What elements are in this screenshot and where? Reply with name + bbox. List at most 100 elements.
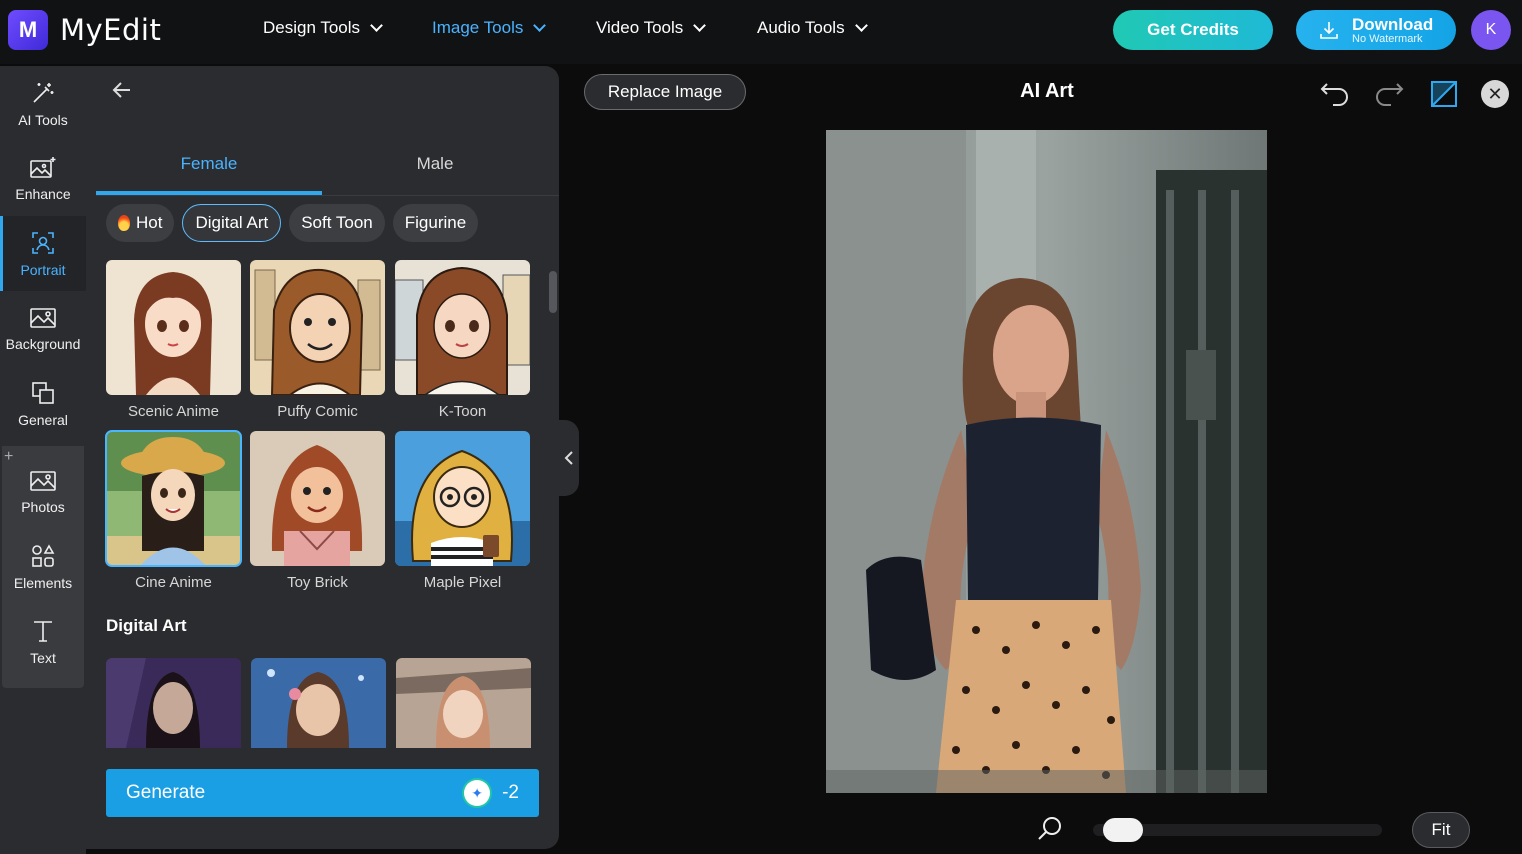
tab-male[interactable]: Male [322,154,548,174]
rail-item-photos[interactable]: Photos [0,454,86,529]
rail-item-text[interactable]: Text [0,604,86,679]
avatar[interactable]: K [1471,10,1511,50]
category-chips: Hot Digital Art Soft Toon Figurine [106,204,479,242]
zoom-slider-handle[interactable] [1103,818,1143,842]
portrait-icon [32,231,54,254]
flame-icon [118,215,130,231]
rail-label: Photos [21,498,65,515]
rail-item-portrait[interactable]: Portrait [0,216,86,291]
chip-label: Digital Art [195,213,269,232]
style-thumbnail-selected [105,430,242,567]
style-thumbnail [106,260,241,395]
panel-scrollbar[interactable] [549,271,557,313]
fit-button[interactable]: Fit [1412,812,1470,848]
digital-art-thumb[interactable] [251,658,386,748]
undo-icon[interactable] [1318,78,1350,110]
get-credits-button[interactable]: Get Credits [1113,10,1273,50]
generate-button[interactable]: Generate ✦ -2 [106,769,539,817]
nav-video-tools[interactable]: Video Tools [596,18,707,38]
style-card-toy-brick[interactable]: Toy Brick [250,431,385,591]
rail-label: AI Tools [18,111,68,128]
replace-image-button[interactable]: Replace Image [584,74,746,110]
style-card-cine-anime[interactable]: Cine Anime [105,430,242,591]
style-thumbnail [395,260,530,395]
style-name: Puffy Comic [277,403,358,420]
nav-label: Image Tools [432,18,524,37]
logo-mark: M [8,10,48,50]
compare-icon[interactable] [1428,78,1460,110]
logo[interactable]: M MyEdit [8,10,161,50]
chevron-down-icon [533,18,547,32]
digital-art-row [106,658,531,748]
nav-audio-tools[interactable]: Audio Tools [757,18,868,38]
rail-item-ai-tools[interactable]: AI Tools [0,66,86,141]
chip-digital-art[interactable]: Digital Art [182,204,282,242]
rail-label: Text [30,649,56,666]
chip-soft-toon[interactable]: Soft Toon [289,204,385,242]
credit-icon: ✦ [464,780,491,806]
canvas-image[interactable] [826,130,1267,793]
rail-label: Background [5,335,81,352]
digital-art-thumb[interactable] [106,658,241,748]
style-name: Toy Brick [287,574,348,591]
active-tab-indicator [96,191,322,195]
download-subtitle: No Watermark [1352,32,1423,45]
style-thumbnail [395,431,530,566]
copy-icon [32,381,54,404]
app-name: MyEdit [60,13,162,47]
top-bar: M MyEdit Design Tools Image Tools Video … [0,0,1522,64]
zoom-icon[interactable] [1036,815,1064,843]
nav-label: Audio Tools [757,18,845,37]
image-sparkle-icon [30,156,56,178]
close-icon[interactable]: ✕ [1481,80,1509,108]
style-card-puffy-comic[interactable]: Puffy Comic [250,260,385,420]
credit-cost: ✦ -2 [464,780,519,806]
style-thumbnail [250,431,385,566]
page-title: AI Art [1020,80,1074,102]
download-text: Download No Watermark [1352,16,1433,45]
rail-label: Portrait [20,261,66,278]
chevron-down-icon [693,18,707,32]
background-icon [30,307,56,328]
style-card-k-toon[interactable]: K-Toon [395,260,530,420]
collapse-panel-handle[interactable] [559,420,579,496]
rail-label: General [18,411,68,428]
rail-item-enhance[interactable]: Enhance [0,141,86,216]
tool-rail: AI Tools Enhance Portrait Background Gen… [0,66,86,854]
chevron-down-icon [854,18,868,32]
rail-item-general[interactable]: General [0,366,86,441]
credit-cost-value: -2 [502,782,519,803]
chip-hot[interactable]: Hot [106,204,175,242]
chip-label: Figurine [404,213,467,232]
chip-label: Soft Toon [301,213,373,232]
nav-label: Video Tools [596,18,684,37]
section-title: Digital Art [106,616,187,635]
style-card-maple-pixel[interactable]: Maple Pixel [395,431,530,591]
generate-label: Generate [126,782,206,803]
chevron-left-icon [564,451,573,465]
nav-design-tools[interactable]: Design Tools [263,18,383,38]
digital-art-thumb[interactable] [396,658,531,748]
magic-wand-icon [33,82,54,103]
rail-label: Elements [13,574,73,591]
chip-figurine[interactable]: Figurine [392,204,479,242]
nav-image-tools[interactable]: Image Tools [432,18,547,38]
style-name: K-Toon [438,403,487,420]
nav-label: Design Tools [263,18,361,37]
chevron-down-icon [370,18,383,32]
rail-item-background[interactable]: Background [0,291,86,366]
style-thumbnail [250,260,385,395]
redo-icon[interactable] [1374,78,1406,110]
style-name: Cine Anime [135,574,212,591]
chip-label: Hot [136,213,163,232]
back-arrow-icon[interactable] [110,78,134,109]
rail-item-elements[interactable]: Elements [0,529,86,604]
shapes-icon [32,543,55,567]
tab-female[interactable]: Female [96,154,322,174]
rail-label: Enhance [15,185,71,202]
style-card-scenic-anime[interactable]: Scenic Anime [106,260,241,420]
portrait-panel: Female Male Hot Digital Art Soft Toon Fi… [86,66,559,849]
text-icon [34,620,52,642]
gender-tabs: Female Male [96,142,559,196]
download-button[interactable]: Download No Watermark [1296,10,1456,50]
